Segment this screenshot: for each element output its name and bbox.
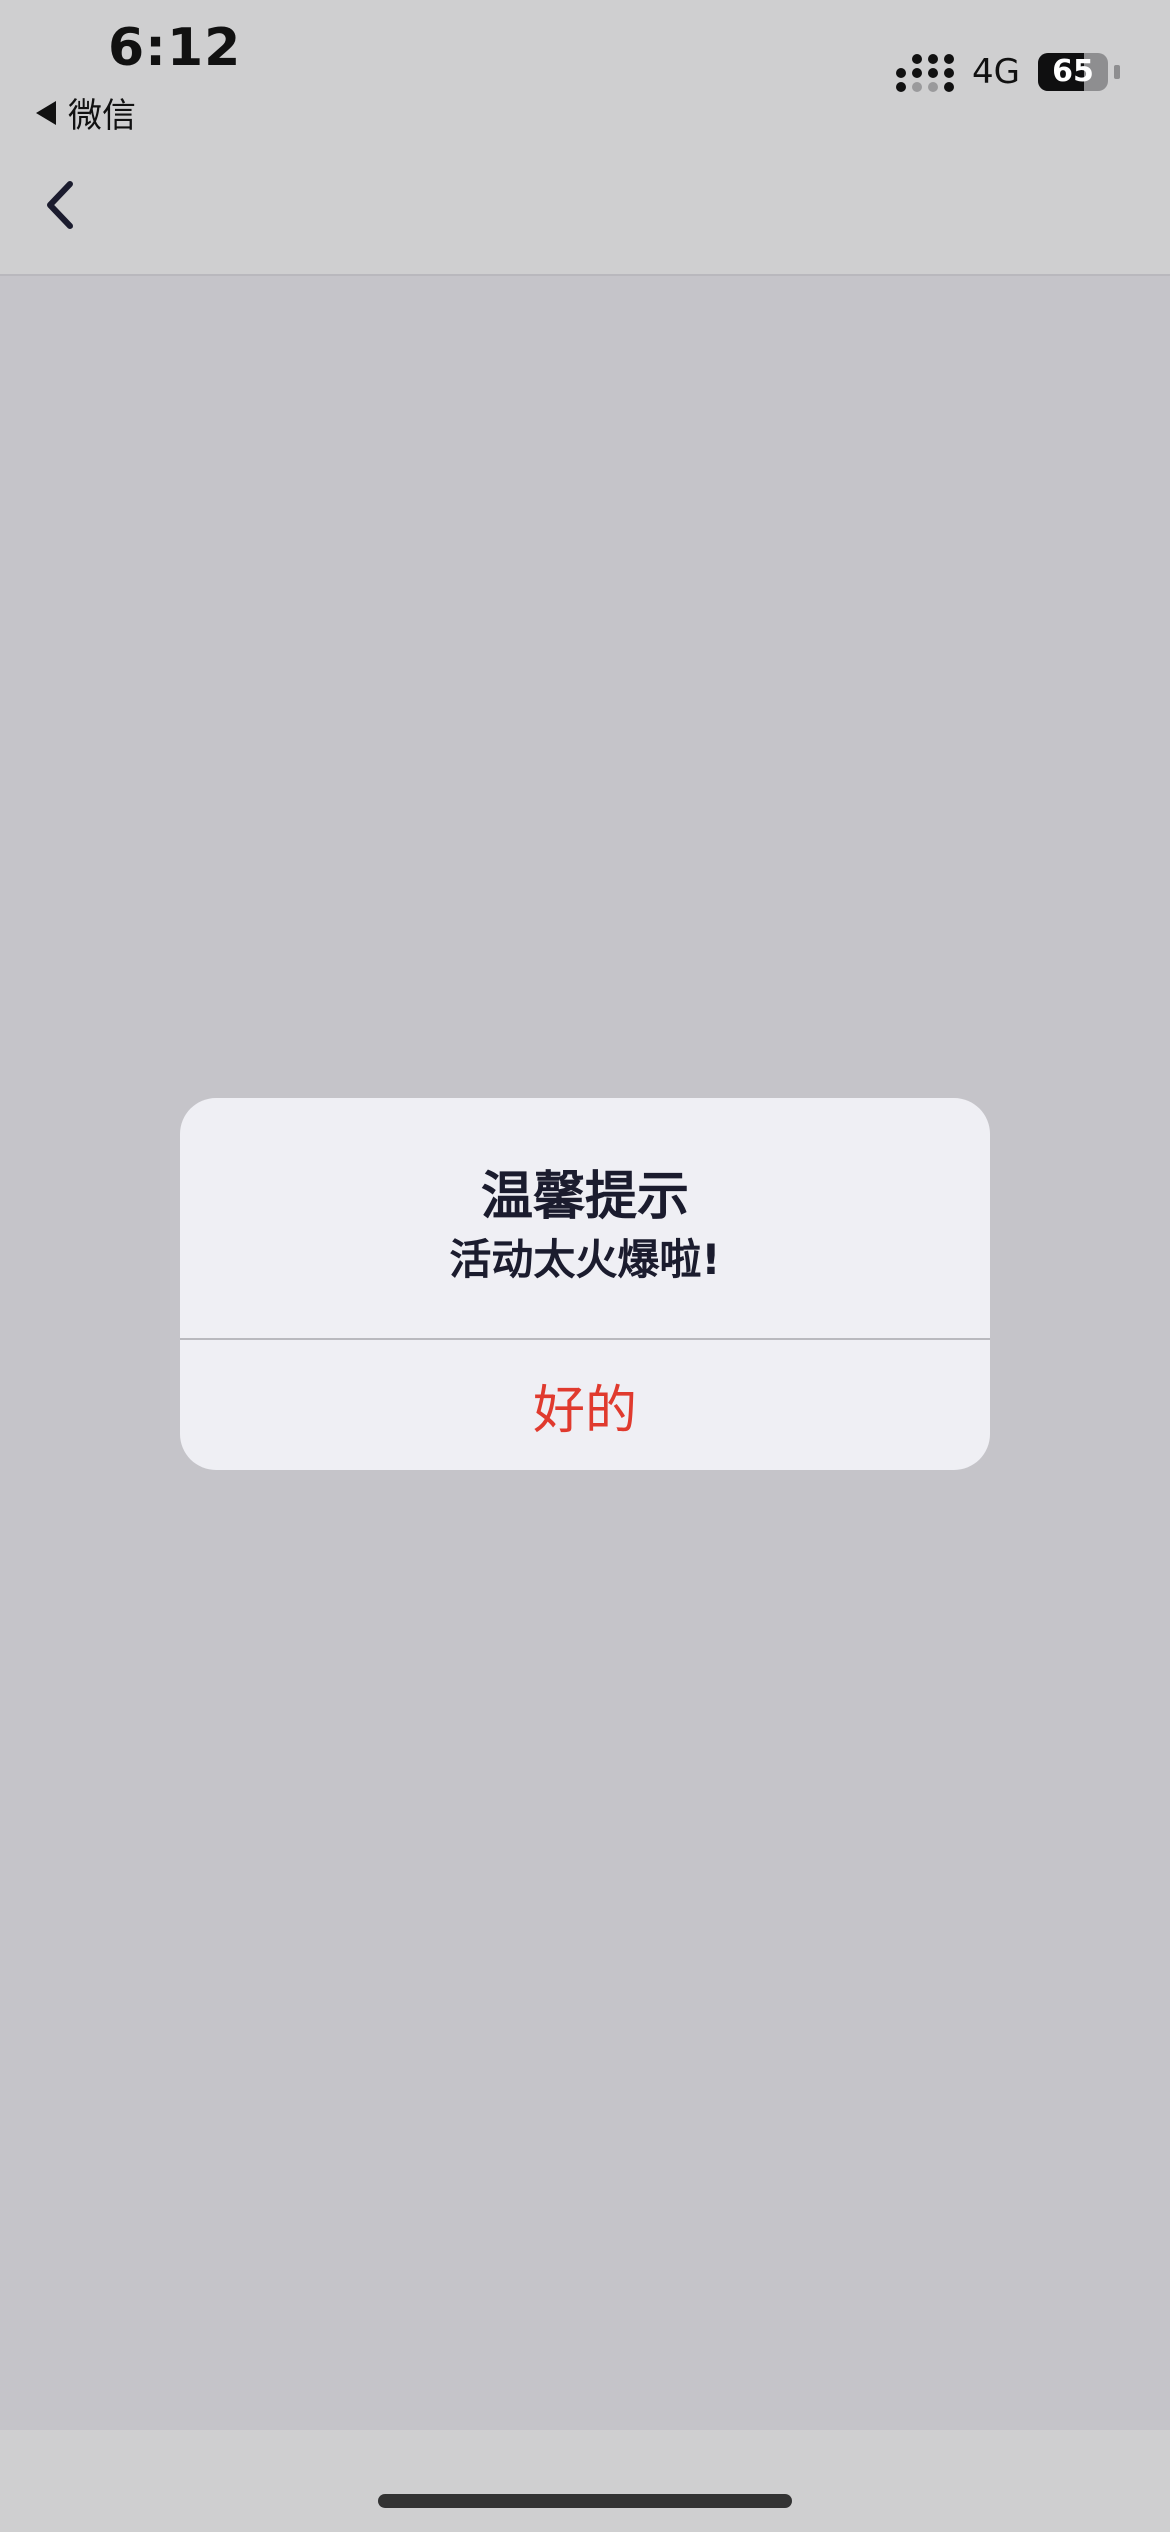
alert-message: 活动太火爆啦! <box>449 1235 721 1284</box>
back-to-wechat-button[interactable]: 微信 <box>36 88 136 137</box>
status-indicators: 4G 65 <box>896 52 1120 92</box>
battery-level: 65 <box>1052 54 1094 89</box>
signal-icon <box>896 52 955 92</box>
network-type: 4G <box>972 52 1020 92</box>
chevron-left-icon[interactable] <box>40 178 80 232</box>
back-app-label: 微信 <box>68 96 136 136</box>
status-time: 6:12 <box>108 18 242 78</box>
ok-button[interactable]: 好的 <box>180 1340 990 1470</box>
alert-title: 温馨提示 <box>480 1167 689 1227</box>
alert-dialog: 温馨提示 活动太火爆啦! 好的 <box>180 1098 990 1470</box>
back-triangle-icon <box>36 100 56 125</box>
battery-icon: 65 <box>1038 53 1108 91</box>
top-bar: 6:12 微信 4G 65 <box>0 0 1170 276</box>
battery-cap <box>1114 65 1120 79</box>
bottom-bar <box>0 2430 1170 2532</box>
home-indicator[interactable] <box>378 2494 792 2508</box>
